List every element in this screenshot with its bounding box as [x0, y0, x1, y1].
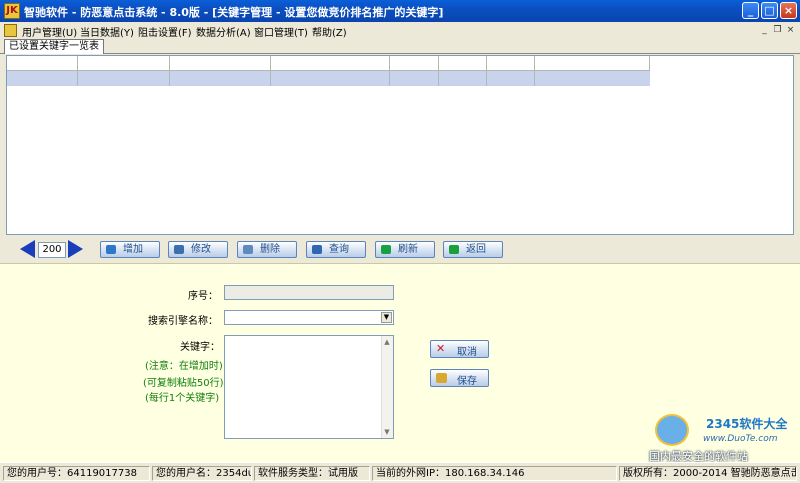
mascot-icon — [655, 414, 689, 446]
table-cell — [487, 71, 535, 86]
save-button-label: 保存 — [457, 376, 477, 387]
watermark-domain: www.DuoTe.com — [703, 434, 778, 444]
edit-button[interactable]: 修改 — [168, 241, 228, 258]
back-button-label: 返回 — [466, 244, 486, 255]
cancel-icon: ✕ — [436, 342, 446, 355]
cancel-button-label: 取消 — [457, 347, 477, 358]
grid-header — [7, 56, 650, 71]
trash-icon — [243, 245, 253, 254]
back-button[interactable]: 返回 — [443, 241, 503, 258]
status-user-id: 您的用户号：64119017738 — [3, 466, 150, 481]
child-close-button[interactable]: × — [785, 25, 796, 36]
status-copyright: 版权所有：2000-2014 智驰防恶意点击 — [619, 466, 797, 481]
query-button[interactable]: 查询 — [306, 241, 366, 258]
menu-data-analysis[interactable]: 数据分析(A) — [196, 24, 251, 39]
keyword-grid[interactable] — [6, 55, 794, 235]
keyword-textarea[interactable]: ▲ ▼ — [224, 335, 394, 439]
table-cell — [271, 71, 390, 86]
serial-field — [224, 285, 394, 300]
vertical-scrollbar[interactable]: ▲ ▼ — [381, 336, 393, 438]
next-page-icon[interactable] — [68, 240, 83, 258]
menu-today-data[interactable]: 当日数据(Y) — [80, 24, 134, 39]
app-icon: JK — [4, 3, 20, 19]
scroll-up-icon[interactable]: ▲ — [381, 336, 393, 348]
close-button[interactable]: × — [780, 2, 797, 19]
query-button-label: 查询 — [329, 244, 349, 255]
status-user-name: 您的用户名：2354duote — [152, 466, 252, 481]
grid-column-header[interactable] — [535, 56, 650, 71]
grid-column-header[interactable] — [170, 56, 271, 71]
keyword-note-line: (每行1个关键字) — [145, 393, 220, 404]
table-cell — [170, 71, 271, 86]
table-row[interactable] — [7, 71, 650, 86]
table-cell — [390, 71, 439, 86]
grid-column-header[interactable] — [271, 56, 390, 71]
add-button[interactable]: 增加 — [100, 241, 160, 258]
minimize-button[interactable]: _ — [742, 2, 759, 19]
search-engine-label: 搜索引擎名称： — [148, 316, 218, 327]
grid-column-header[interactable] — [7, 56, 78, 71]
window-title: 智驰软件 - 防恶意点击系统 - 8.0版 - [关键字管理 - 设置您做竞价排… — [24, 6, 444, 19]
status-ip: 当前的外网IP：180.168.34.146 — [372, 466, 617, 481]
child-window-icon[interactable] — [4, 24, 17, 37]
refresh-button[interactable]: 刷新 — [375, 241, 435, 258]
menu-block-settings[interactable]: 阻击设置(F) — [138, 24, 192, 39]
delete-button-label: 删除 — [260, 244, 280, 255]
pencil-icon — [174, 245, 184, 254]
cancel-button[interactable]: ✕ 取消 — [430, 340, 489, 358]
serial-label: 序号： — [188, 291, 218, 302]
tab-keyword-list[interactable]: 已设置关键字一览表 — [4, 39, 104, 54]
scroll-down-icon[interactable]: ▼ — [381, 426, 393, 438]
tab-strip: 已设置关键字一览表 — [0, 39, 800, 54]
maximize-button[interactable]: □ — [761, 2, 778, 19]
keyword-note-line: (注意：在增加时) — [145, 361, 223, 372]
search-icon — [312, 245, 322, 254]
menu-bar: 用户管理(U) 当日数据(Y) 阻击设置(F) 数据分析(A) 窗口管理(T) … — [0, 22, 800, 39]
refresh-icon — [381, 245, 391, 254]
menu-window-management[interactable]: 窗口管理(T) — [254, 24, 308, 39]
add-button-label: 增加 — [123, 244, 143, 255]
table-cell — [535, 71, 650, 86]
table-cell — [439, 71, 487, 86]
status-service-type: 软件服务类型：试用版 — [254, 466, 370, 481]
previous-page-icon[interactable] — [20, 240, 35, 258]
menu-user-management[interactable]: 用户管理(U) — [22, 24, 77, 39]
menu-help[interactable]: 帮助(Z) — [312, 24, 347, 39]
title-bar: JK 智驰软件 - 防恶意点击系统 - 8.0版 - [关键字管理 - 设置您做… — [0, 0, 800, 22]
grid-column-header[interactable] — [439, 56, 487, 71]
page-size-field[interactable]: 200 — [38, 242, 66, 258]
save-icon — [436, 373, 447, 383]
table-cell — [78, 71, 170, 86]
search-engine-select[interactable]: ▼ — [224, 310, 394, 325]
keyword-note-line: (可复制粘贴50行) — [143, 378, 224, 389]
edit-button-label: 修改 — [191, 244, 211, 255]
table-cell — [7, 71, 78, 86]
status-bar: 您的用户号：64119017738 您的用户名：2354duote 软件服务类型… — [0, 462, 800, 483]
delete-button[interactable]: 删除 — [237, 241, 297, 258]
watermark-brand: 2345软件大全 — [706, 417, 788, 431]
add-icon — [106, 245, 116, 254]
grid-column-header[interactable] — [487, 56, 535, 71]
site-watermark: 2345软件大全 www.DuoTe.com 国内最安全的软件站 — [649, 412, 796, 463]
child-minimize-button[interactable]: _ — [759, 25, 770, 36]
grid-column-header[interactable] — [78, 56, 170, 71]
save-button[interactable]: 保存 — [430, 369, 489, 387]
refresh-button-label: 刷新 — [398, 244, 418, 255]
grid-column-header[interactable] — [390, 56, 439, 71]
chevron-down-icon[interactable]: ▼ — [381, 312, 392, 323]
back-icon — [449, 245, 459, 254]
child-restore-button[interactable]: ❐ — [772, 25, 783, 36]
keyword-label: 关键字： — [180, 342, 220, 353]
